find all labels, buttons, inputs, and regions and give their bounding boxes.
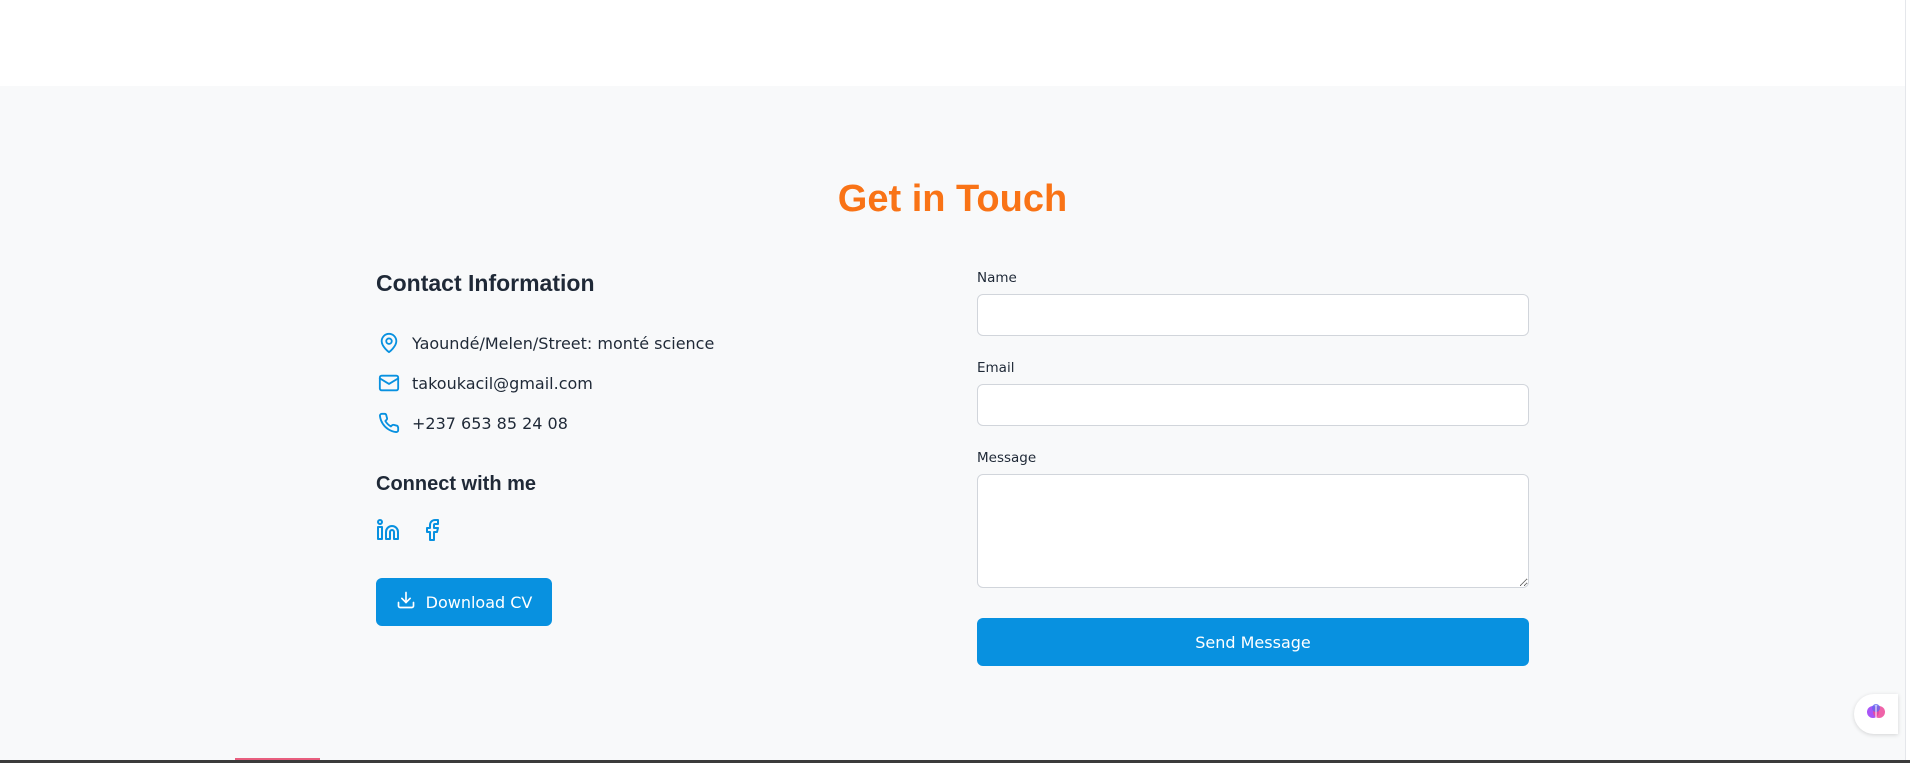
name-group: Name	[977, 270, 1529, 336]
contact-info-list: Yaoundé/Melen/Street: monté science tako…	[376, 323, 936, 443]
page-top-band	[0, 0, 1905, 86]
contact-address-text: Yaoundé/Melen/Street: monté science	[412, 333, 715, 353]
download-icon	[396, 590, 416, 614]
window-right-edge	[1905, 0, 1910, 763]
linkedin-icon[interactable]	[376, 518, 400, 542]
section-title: Get in Touch	[837, 178, 1068, 220]
message-textarea[interactable]	[977, 474, 1529, 588]
mail-icon	[376, 370, 402, 396]
contact-info-heading: Contact Information	[376, 270, 595, 296]
name-label: Name	[977, 270, 1017, 286]
download-cv-label: Download CV	[425, 592, 533, 612]
contact-phone-text: +237 653 85 24 08	[412, 413, 568, 433]
download-cv-button[interactable]: Download CV	[376, 578, 552, 626]
connect-heading: Connect with me	[376, 473, 537, 495]
social-links	[376, 516, 936, 544]
contact-info-panel: Contact Information Yaoundé/Melen/Street…	[376, 270, 936, 626]
contact-phone-item: +237 653 85 24 08	[376, 403, 936, 443]
facebook-icon[interactable]	[420, 518, 444, 542]
message-label: Message	[977, 450, 1037, 466]
contact-form: Name Email Message Send Message	[977, 270, 1529, 666]
map-pin-icon	[376, 330, 402, 356]
contact-email-text: takoukacil@gmail.com	[412, 373, 593, 393]
message-group: Message	[977, 450, 1529, 588]
email-group: Email	[977, 360, 1529, 426]
contact-address-item: Yaoundé/Melen/Street: monté science	[376, 323, 936, 363]
email-label: Email	[977, 360, 1015, 376]
assistant-widget-button[interactable]	[1854, 694, 1898, 734]
send-message-button[interactable]: Send Message	[977, 618, 1529, 666]
contact-email-item: takoukacil@gmail.com	[376, 363, 936, 403]
email-input[interactable]	[977, 384, 1529, 426]
name-input[interactable]	[977, 294, 1529, 336]
phone-icon	[376, 410, 402, 436]
brain-icon	[1866, 702, 1886, 727]
